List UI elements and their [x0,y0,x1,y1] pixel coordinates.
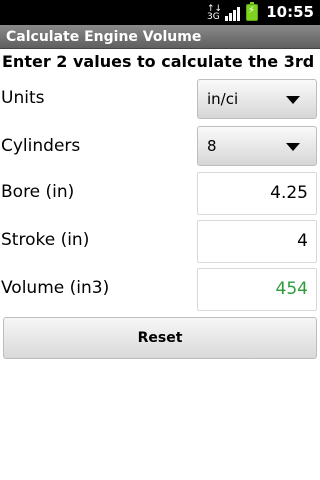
dropdown-arrow-icon [286,96,300,104]
status-icons: ↑↓ 3G [207,2,258,22]
battery-charging-icon [246,2,258,21]
stroke-input[interactable]: 4 [197,220,317,263]
bore-label: Bore (in) [1,182,75,202]
dropdown-arrow-icon [286,143,300,151]
units-label: Units [1,88,45,108]
app-title: Calculate Engine Volume [0,25,320,49]
data-network-icon: ↑↓ 3G [207,4,223,22]
bore-input[interactable]: 4.25 [197,172,317,215]
signal-strength-icon [225,6,240,21]
units-dropdown[interactable]: in/ci [197,79,317,119]
stroke-label: Stroke (in) [1,230,90,250]
status-time: 10:55 [266,3,314,21]
reset-button[interactable]: Reset [3,317,317,359]
volume-label: Volume (in3) [1,278,110,298]
status-bar: ↑↓3G 10:55 [0,0,320,25]
cylinders-dropdown[interactable]: 8 [197,126,317,166]
cylinders-label: Cylinders [1,136,81,156]
instruction-text: Enter 2 values to calculate the 3rd [2,52,315,71]
cylinders-selected-value: 8 [207,137,217,155]
units-selected-value: in/ci [207,90,239,108]
volume-input[interactable]: 454 [197,268,317,311]
